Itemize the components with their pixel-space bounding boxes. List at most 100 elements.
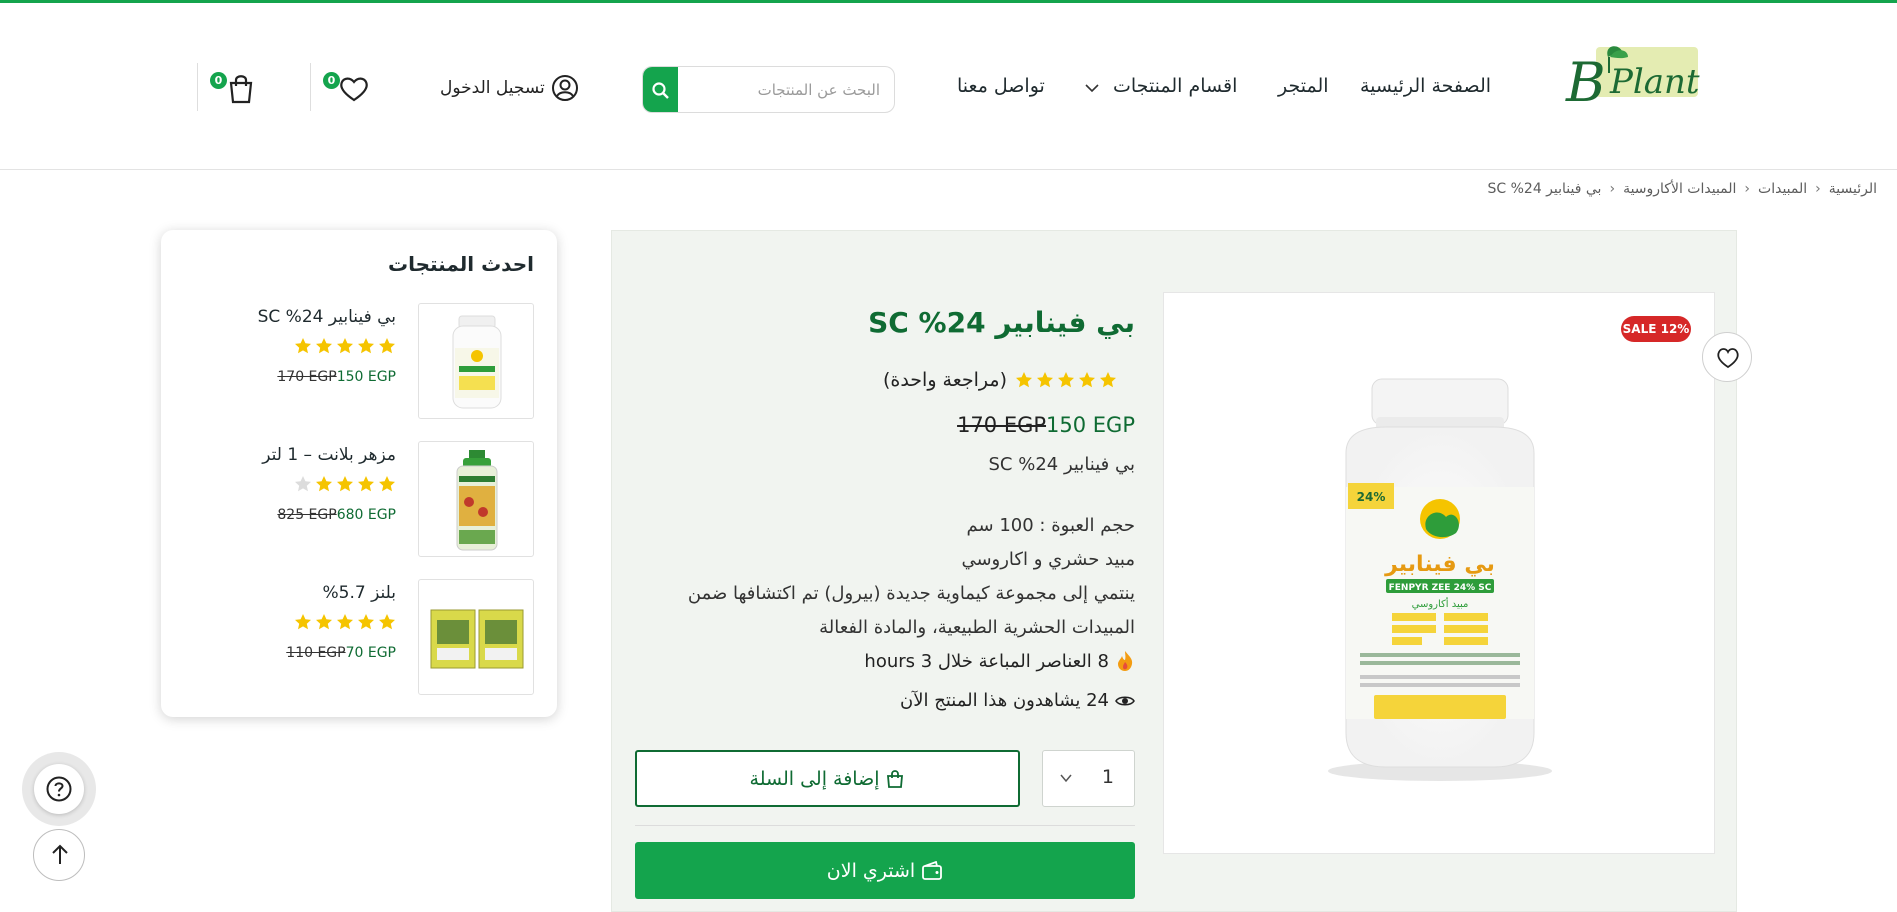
wallet-icon [922, 860, 943, 880]
product-subtitle: بي فينابير 24% SC [988, 454, 1135, 475]
star-icon [1079, 372, 1095, 388]
description-line: مبيد حشري و اكاروسي [961, 549, 1135, 570]
product-thumbnail[interactable] [418, 441, 534, 557]
search-icon [652, 82, 669, 99]
product-title: بي فينابير 24% SC [868, 306, 1135, 339]
current-price: 70 EGP [345, 645, 396, 661]
nav-home[interactable]: الصفحة الرئيسية [1360, 75, 1491, 97]
heart-icon [1717, 348, 1739, 369]
bottle-label-sub: FENPYR ZEE 24% SC [1389, 583, 1492, 593]
chevron-down-icon[interactable] [1083, 79, 1101, 97]
widget-product[interactable]: مزهر بلانت – 1 لتر 825 EGP680 EGP [161, 441, 557, 559]
eye-icon [1115, 695, 1135, 706]
breadcrumb-pesticides[interactable]: المبيدات [1758, 181, 1807, 197]
chevron-down-icon[interactable] [1059, 771, 1073, 785]
arrow-up-icon [52, 844, 68, 864]
description-line: ينتمي إلى مجموعة كيماوية جديدة (بيرول) ت… [687, 583, 1135, 638]
nav-categories[interactable]: اقسام المنتجات [1113, 75, 1237, 97]
site-logo[interactable]: B Plant [1564, 43, 1700, 114]
help-button[interactable] [22, 752, 96, 826]
current-price: 150 EGP [336, 369, 396, 385]
breadcrumb-acaricides[interactable]: المبيدات الأكاروسية [1623, 181, 1736, 197]
star-icon [295, 476, 311, 492]
shopping-bag-icon [887, 769, 904, 788]
star-icon [379, 614, 395, 630]
current-price: 150 EGP [1046, 413, 1135, 437]
product-thumbnail[interactable] [418, 303, 534, 419]
star-rating [1015, 371, 1117, 389]
wishlist-count-badge: 0 [323, 72, 340, 89]
old-price: 170 EGP [277, 369, 337, 385]
current-price: 680 EGP [336, 507, 396, 523]
product-rating: (مراجعة واحدة) [883, 369, 1117, 391]
old-price: 110 EGP [286, 645, 346, 661]
widget-product-price: 110 EGP70 EGP [280, 645, 396, 661]
product-image: بي فينابير FENPYR ZEE 24% SC مبيد أكاروس… [1328, 378, 1552, 781]
star-icon [358, 338, 374, 354]
svg-text:Plant: Plant [1609, 62, 1700, 102]
star-icon [1037, 372, 1053, 388]
breadcrumb-separator: ‹ [1744, 181, 1751, 197]
star-icon [337, 338, 353, 354]
star-icon [379, 476, 395, 492]
heart-icon[interactable] [338, 73, 370, 105]
reviews-link[interactable]: (مراجعة واحدة) [883, 369, 1007, 391]
help-button-inner[interactable] [34, 764, 84, 814]
breadcrumb-separator: ‹ [1815, 181, 1821, 197]
quantity-stepper[interactable]: 1 [1042, 750, 1135, 807]
widget-product-name[interactable]: بي فينابير 24% SC [258, 307, 396, 327]
nav-shop[interactable]: المتجر [1278, 75, 1329, 97]
divider [635, 825, 1135, 826]
sale-badge: SALE 12% [1621, 316, 1691, 342]
star-icon [379, 338, 395, 354]
login-label: تسجيل الدخول [440, 78, 545, 98]
widget-product-name[interactable]: بلنز 5.7% [323, 583, 396, 603]
login-link[interactable]: تسجيل الدخول [440, 73, 579, 103]
star-icon [1100, 372, 1116, 388]
old-price: 170 EGP [957, 413, 1047, 437]
widget-product-name[interactable]: مزهر بلانت – 1 لتر [262, 445, 396, 465]
live-viewers: 24 يشاهدون هذا المنتج الآن [900, 690, 1135, 711]
description-line: حجم العبوة : 100 سم [966, 515, 1135, 536]
search-input[interactable] [683, 67, 888, 112]
add-to-cart-label: إضافة إلى السلة [749, 767, 880, 790]
svg-text:B: B [1565, 51, 1606, 113]
site-header: B Plant الصفحة الرئيسية المتجر اقسام الم… [0, 3, 1897, 170]
old-price: 825 EGP [277, 507, 337, 523]
shopping-bag-icon[interactable] [225, 73, 257, 105]
breadcrumb-separator: ‹ [1609, 181, 1616, 197]
nav-contact[interactable]: تواصل معنا [957, 75, 1045, 97]
add-to-wishlist-button[interactable] [1702, 332, 1752, 382]
widget-product[interactable]: بلنز 5.7% 110 EGP70 EGP [161, 579, 557, 697]
header-divider [197, 63, 198, 111]
widget-product[interactable]: بي فينابير 24% SC 170 EGP150 EGP [161, 303, 557, 421]
widget-title: احدث المنتجات [387, 252, 534, 276]
search-button[interactable] [643, 67, 678, 112]
search-box [642, 66, 895, 113]
star-icon [358, 476, 374, 492]
product-gallery[interactable]: بي فينابير FENPYR ZEE 24% SC مبيد أكاروس… [1163, 292, 1715, 854]
star-icon [316, 614, 332, 630]
star-rating [294, 475, 396, 493]
question-icon [46, 776, 72, 802]
star-rating [294, 337, 396, 355]
product-price: 170 EGP150 EGP [949, 413, 1135, 437]
star-icon [1016, 372, 1032, 388]
quantity-value[interactable]: 1 [1102, 766, 1114, 788]
star-icon [1058, 372, 1074, 388]
product-thumbnail[interactable] [418, 579, 534, 695]
user-icon [551, 75, 578, 101]
fire-icon [1118, 651, 1133, 671]
scroll-to-top-button[interactable] [33, 829, 85, 881]
buy-now-button[interactable]: اشتري الان [635, 842, 1135, 899]
cart-count-badge: 0 [210, 72, 227, 89]
star-icon [337, 476, 353, 492]
add-to-cart-button[interactable]: إضافة إلى السلة [635, 750, 1020, 807]
watching-text: 24 يشاهدون هذا المنتج الآن [900, 690, 1109, 711]
latest-products-widget: احدث المنتجات بي فينابير 24% SC 170 EGP1… [161, 230, 557, 717]
sold-text: 8 العناصر المباعة خلال 3 hours [864, 650, 1109, 672]
breadcrumb-home[interactable]: الرئيسية [1829, 181, 1877, 197]
product-description: حجم العبوة : 100 سم مبيد حشري و اكاروسي … [635, 509, 1135, 645]
breadcrumb: الرئيسية ‹ المبيدات ‹ المبيدات الأكاروسي… [1487, 181, 1877, 197]
sold-count: 8 العناصر المباعة خلال 3 hours [864, 650, 1135, 672]
